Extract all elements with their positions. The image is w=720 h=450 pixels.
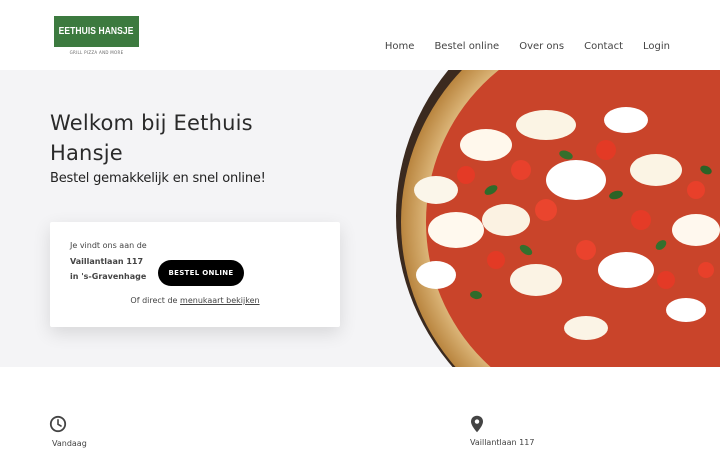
location-street: Vaillantlaan 117	[70, 257, 144, 266]
location-city: in 's-Gravenhage	[70, 272, 147, 281]
menu-link-row: Of direct de menukaart bekijken	[50, 296, 340, 305]
order-online-button[interactable]: BESTEL ONLINE	[158, 260, 244, 286]
menu-link[interactable]: menukaart bekijken	[180, 296, 260, 305]
map-pin-icon	[471, 415, 483, 433]
main-nav: Home Bestel online Over ons Contact Logi…	[385, 41, 670, 52]
logo[interactable]: EETHUIS HANSJE GRILL PIZZA AND MORE	[54, 16, 139, 58]
location-intro: Je vindt ons aan de	[70, 241, 147, 250]
location-card: Je vindt ons aan de Vaillantlaan 117 in …	[50, 222, 340, 327]
info-section: Vandaag Vaillantlaan 117	[0, 367, 720, 450]
logo-title: EETHUIS HANSJE	[59, 26, 134, 37]
nav-contact[interactable]: Contact	[584, 41, 623, 52]
opening-today-label: Vandaag	[52, 439, 87, 448]
nav-bestel-online[interactable]: Bestel online	[434, 41, 499, 52]
nav-over-ons[interactable]: Over ons	[519, 41, 564, 52]
clock-icon	[49, 415, 67, 433]
nav-home[interactable]: Home	[385, 41, 415, 52]
hero-section: Welkom bij Eethuis Hansje Bestel gemakke…	[0, 70, 720, 367]
hero-subtitle: Bestel gemakkelijk en snel online!	[50, 171, 266, 186]
menu-link-prefix: Of direct de	[130, 296, 178, 305]
logo-box: EETHUIS HANSJE	[54, 16, 139, 47]
hero-title: Welkom bij Eethuis Hansje	[50, 111, 253, 165]
logo-subtitle: GRILL PIZZA AND MORE	[69, 50, 124, 55]
pizza-image	[396, 70, 720, 367]
address-label: Vaillantlaan 117	[470, 438, 535, 447]
site-header: EETHUIS HANSJE GRILL PIZZA AND MORE Home…	[0, 0, 720, 70]
nav-login[interactable]: Login	[643, 41, 670, 52]
